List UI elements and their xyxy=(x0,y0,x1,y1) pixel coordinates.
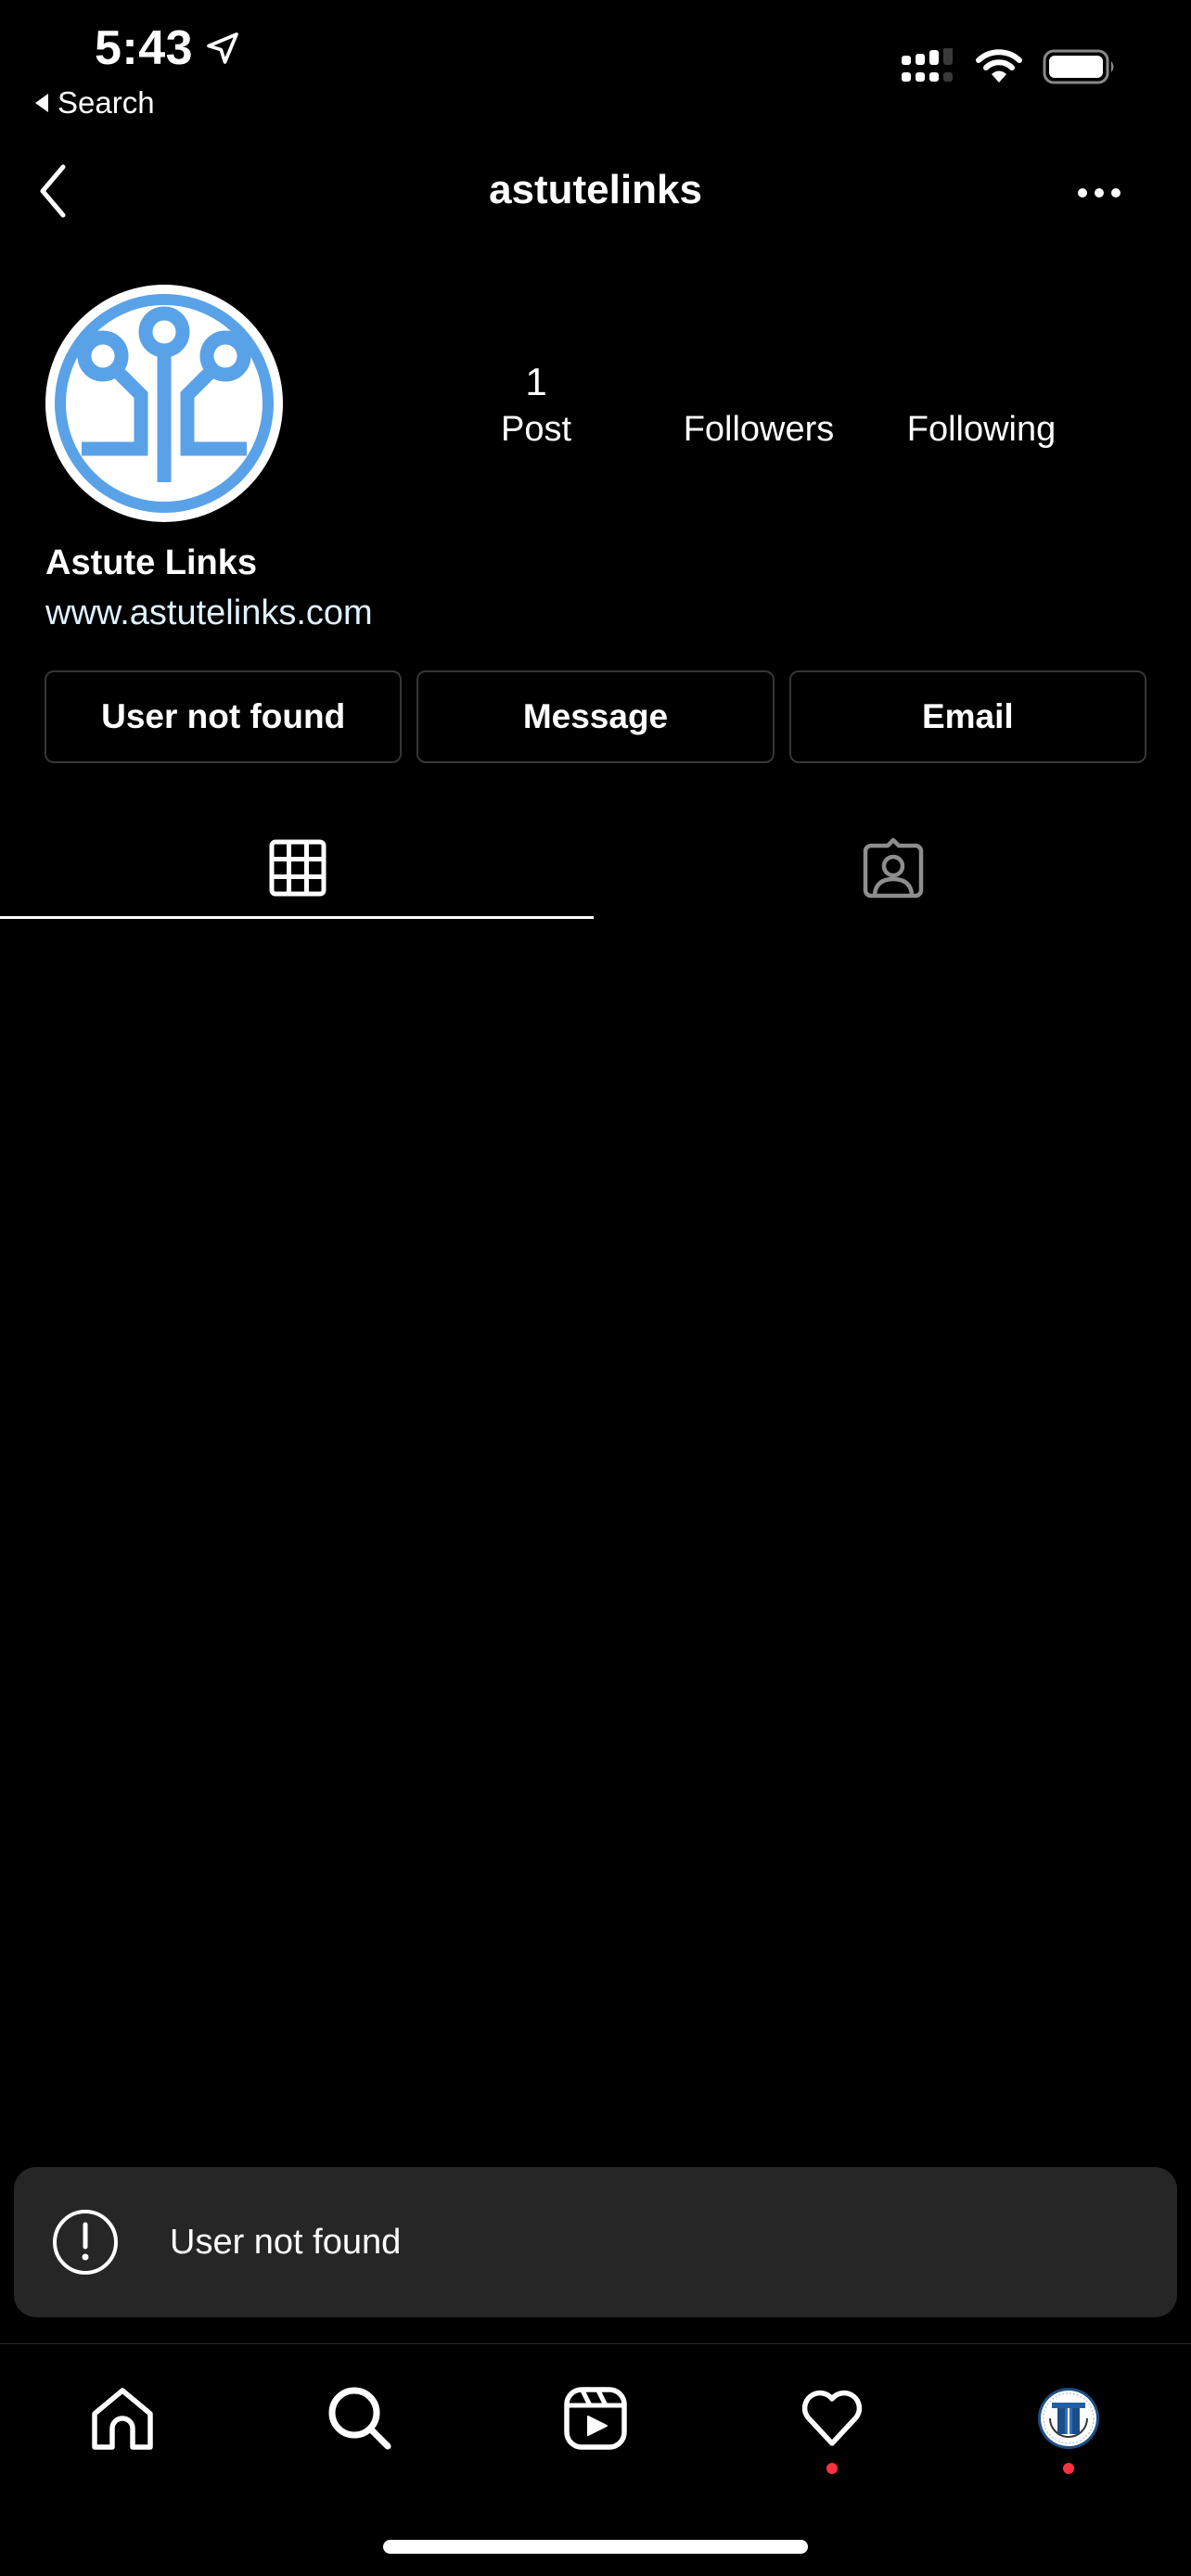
toast-message: User not found xyxy=(170,2222,402,2262)
nav-home[interactable] xyxy=(85,2381,160,2455)
alert-circle-icon xyxy=(53,2210,118,2275)
stat-followers[interactable]: Followers xyxy=(666,406,852,453)
home-indicator[interactable] xyxy=(383,2540,808,2554)
back-to-search-app[interactable]: Search xyxy=(35,85,155,121)
heart-icon xyxy=(801,2390,863,2446)
back-triangle-icon xyxy=(35,94,48,112)
location-arrow-icon xyxy=(207,32,238,64)
profile-actions: User not found Message Email xyxy=(45,670,1146,763)
error-toast: User not found xyxy=(14,2167,1177,2317)
search-icon xyxy=(328,2387,391,2450)
posts-label: Post xyxy=(500,410,572,449)
profile-tabs xyxy=(0,816,1191,920)
stat-posts[interactable]: 1 Post xyxy=(480,358,592,453)
profile-username: astutelinks xyxy=(489,167,702,212)
display-name: Astute Links xyxy=(45,543,258,582)
more-options-button[interactable] xyxy=(1076,184,1122,202)
grid-icon xyxy=(269,839,327,897)
nav-activity[interactable] xyxy=(795,2381,869,2455)
followers-label: Followers xyxy=(683,410,835,449)
bottom-nav xyxy=(0,2344,1191,2483)
reels-icon xyxy=(564,2387,627,2450)
activity-badge-dot xyxy=(826,2463,838,2474)
status-indicators xyxy=(902,48,1117,85)
nav-search[interactable] xyxy=(323,2381,397,2455)
tab-posts-grid[interactable] xyxy=(0,816,596,920)
nav-reels[interactable] xyxy=(558,2381,633,2455)
active-tab-indicator xyxy=(0,916,594,919)
time-text: 5:43 xyxy=(95,21,194,75)
wifi-icon xyxy=(976,49,1022,83)
profile-avatar-icon xyxy=(1038,2388,1099,2449)
status-time: 5:43 xyxy=(95,20,241,76)
battery-full-icon xyxy=(1043,49,1114,84)
profile-avatar[interactable] xyxy=(45,284,284,523)
email-button[interactable]: Email xyxy=(788,670,1146,763)
tab-tagged[interactable] xyxy=(596,816,1191,920)
nav-profile[interactable] xyxy=(1031,2381,1106,2455)
stat-following[interactable]: Following xyxy=(889,406,1074,453)
back-app-label: Search xyxy=(58,85,155,120)
following-label: Following xyxy=(906,410,1057,449)
tagged-person-icon xyxy=(863,837,924,899)
user-not-found-button[interactable]: User not found xyxy=(45,670,403,763)
posts-count: 1 xyxy=(525,360,547,403)
home-icon xyxy=(92,2388,153,2450)
profile-badge-dot xyxy=(1063,2463,1074,2474)
dual-sim-signal-icon xyxy=(902,48,953,82)
website-link[interactable]: www.astutelinks.com xyxy=(45,593,373,633)
message-button[interactable]: Message xyxy=(416,670,775,763)
